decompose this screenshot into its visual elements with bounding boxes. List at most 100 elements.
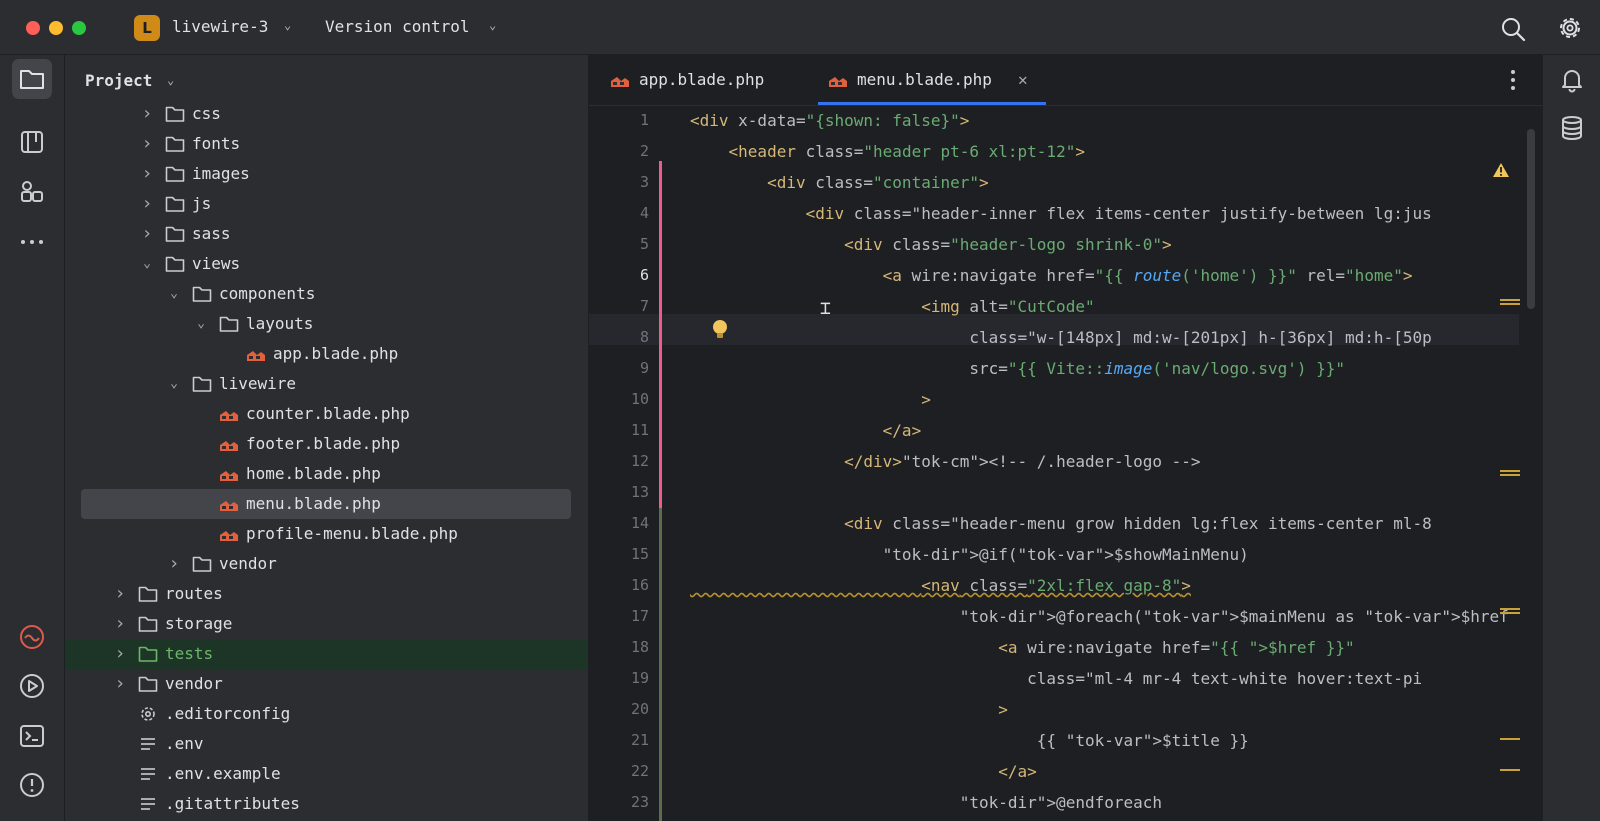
tree-item[interactable]: › images bbox=[65, 159, 588, 189]
code-line[interactable]: src="{{ Vite::image('nav/logo.svg') }}" bbox=[690, 353, 1345, 384]
chevron-down-icon[interactable]: ⌄ bbox=[167, 73, 174, 87]
database-icon[interactable] bbox=[1559, 115, 1585, 141]
chevron-down-icon[interactable]: ⌄ bbox=[140, 249, 154, 279]
code-line[interactable]: {{ "tok-var">$title }} bbox=[690, 725, 1249, 756]
code-line[interactable]: <div class="header-inner flex items-cent… bbox=[690, 198, 1432, 229]
error-stripe-marker[interactable] bbox=[1500, 468, 1520, 478]
folder-icon bbox=[138, 676, 158, 692]
chevron-down-icon[interactable]: ⌄ bbox=[489, 18, 496, 32]
version-control-menu[interactable]: Version control bbox=[325, 17, 470, 36]
close-icon[interactable]: ✕ bbox=[1018, 71, 1028, 89]
tab-app-blade[interactable]: app.blade.php bbox=[609, 55, 809, 105]
code-line[interactable]: <img alt="CutCode" bbox=[690, 291, 1094, 322]
chevron-right-icon[interactable]: › bbox=[140, 159, 154, 189]
chevron-down-icon[interactable]: ⌄ bbox=[167, 369, 181, 399]
chevron-down-icon[interactable]: ⌄ bbox=[284, 18, 291, 32]
chevron-right-icon[interactable]: › bbox=[113, 609, 127, 639]
run-tool-button[interactable] bbox=[12, 666, 52, 706]
tree-item[interactable]: ⌄ components bbox=[65, 279, 588, 309]
laravel-tool-button[interactable] bbox=[12, 617, 52, 657]
tree-item[interactable]: home.blade.php bbox=[65, 459, 588, 489]
tree-item[interactable]: menu.blade.php bbox=[81, 489, 571, 519]
lightbulb-icon[interactable] bbox=[711, 319, 729, 341]
chevron-right-icon[interactable]: › bbox=[113, 639, 127, 669]
search-icon[interactable] bbox=[1500, 16, 1526, 42]
code-line[interactable]: </div>"tok-cm"><!-- /.header-logo --> bbox=[690, 446, 1200, 477]
warning-icon[interactable] bbox=[1492, 162, 1510, 178]
blade-file-icon bbox=[829, 77, 847, 87]
error-stripe-marker[interactable] bbox=[1500, 606, 1520, 616]
tree-item[interactable]: › fonts bbox=[65, 129, 588, 159]
chevron-right-icon[interactable]: › bbox=[167, 549, 181, 579]
project-tool-button[interactable] bbox=[12, 59, 52, 99]
tree-item-label: counter.blade.php bbox=[246, 404, 410, 423]
tree-item[interactable]: › sass bbox=[65, 219, 588, 249]
chevron-right-icon[interactable]: › bbox=[140, 129, 154, 159]
tree-item[interactable]: › routes bbox=[65, 579, 588, 609]
chevron-right-icon[interactable]: › bbox=[113, 579, 127, 609]
code-line[interactable]: > bbox=[690, 694, 1008, 725]
tree-item[interactable]: › vendor bbox=[65, 669, 588, 699]
window-close-button[interactable] bbox=[26, 21, 40, 35]
code-editor[interactable]: <div x-data="{shown: false}"> <header cl… bbox=[589, 105, 1519, 821]
tree-item[interactable]: › js bbox=[65, 189, 588, 219]
code-line[interactable]: <div class="header-menu grow hidden lg:f… bbox=[690, 508, 1432, 539]
tree-item[interactable]: counter.blade.php bbox=[65, 399, 588, 429]
code-line[interactable]: <a wire:navigate href="{{ route('home') … bbox=[690, 260, 1413, 291]
error-stripe-marker[interactable] bbox=[1500, 297, 1520, 307]
plugins-tool-button[interactable] bbox=[12, 172, 52, 212]
project-badge[interactable]: L bbox=[134, 15, 160, 41]
error-stripe-marker[interactable] bbox=[1500, 736, 1520, 746]
more-tools-button[interactable] bbox=[12, 222, 52, 262]
gear-icon[interactable] bbox=[1556, 14, 1584, 42]
project-switcher[interactable]: livewire-3 bbox=[172, 17, 268, 36]
code-line[interactable]: <div class="header-logo shrink-0"> bbox=[690, 229, 1172, 260]
code-line[interactable]: </a> bbox=[690, 756, 1037, 787]
code-line[interactable]: class="ml-4 mr-4 text-white hover:text-p… bbox=[690, 663, 1422, 694]
window-minimize-button[interactable] bbox=[49, 21, 63, 35]
folder-icon bbox=[138, 586, 158, 602]
structure-tool-button[interactable] bbox=[12, 122, 52, 162]
code-line[interactable]: <header class="header pt-6 xl:pt-12"> bbox=[690, 136, 1085, 167]
code-line[interactable]: "tok-dir">@endforeach bbox=[690, 787, 1162, 818]
code-line[interactable]: <div x-data="{shown: false}"> bbox=[690, 105, 969, 136]
code-line[interactable]: "tok-dir">@if("tok-var">$showMainMenu) bbox=[690, 539, 1249, 570]
code-line[interactable]: <a wire:navigate href="{{ ">$href }}" bbox=[690, 632, 1354, 663]
chevron-right-icon[interactable]: › bbox=[140, 99, 154, 129]
code-line[interactable]: <div class="container"> bbox=[690, 167, 989, 198]
tree-item[interactable]: ⌄ livewire bbox=[65, 369, 588, 399]
chevron-right-icon[interactable]: › bbox=[140, 219, 154, 249]
chevron-right-icon[interactable]: › bbox=[113, 669, 127, 699]
tree-item[interactable]: footer.blade.php bbox=[65, 429, 588, 459]
tree-item[interactable]: › vendor bbox=[65, 549, 588, 579]
tree-item[interactable]: › css bbox=[65, 99, 588, 129]
code-line[interactable]: > bbox=[690, 384, 931, 415]
tree-item[interactable]: .editorconfig bbox=[65, 699, 588, 729]
problems-tool-button[interactable] bbox=[12, 765, 52, 805]
notifications-icon[interactable] bbox=[1559, 67, 1585, 93]
chevron-down-icon[interactable]: ⌄ bbox=[167, 279, 181, 309]
tree-item[interactable]: ⌄ layouts bbox=[65, 309, 588, 339]
tree-item[interactable]: .gitattributes bbox=[65, 789, 588, 819]
tree-item[interactable]: .env bbox=[65, 729, 588, 759]
tab-menu-blade[interactable]: menu.blade.php bbox=[827, 55, 1037, 105]
chevron-right-icon[interactable]: › bbox=[140, 189, 154, 219]
code-line[interactable]: <nav class="2xl:flex gap-8"> bbox=[690, 570, 1191, 601]
error-stripe-marker[interactable] bbox=[1500, 767, 1520, 777]
tree-item[interactable]: › storage bbox=[65, 609, 588, 639]
blade-file-icon bbox=[220, 411, 238, 421]
tree-item[interactable]: ⌄ views bbox=[65, 249, 588, 279]
terminal-tool-button[interactable] bbox=[12, 716, 52, 756]
tree-item[interactable]: › tests bbox=[65, 639, 588, 669]
window-maximize-button[interactable] bbox=[72, 21, 86, 35]
code-line[interactable]: </a> bbox=[690, 415, 922, 446]
tree-item[interactable]: app.blade.php bbox=[65, 339, 588, 369]
code-line[interactable]: class="w-[148px] md:w-[201px] h-[36px] m… bbox=[690, 322, 1431, 353]
tree-item[interactable]: .env.example bbox=[65, 759, 588, 789]
more-vertical-icon[interactable] bbox=[1510, 68, 1516, 92]
tree-item[interactable]: profile-menu.blade.php bbox=[65, 519, 588, 549]
chevron-down-icon[interactable]: ⌄ bbox=[194, 309, 208, 339]
editor-scrollbar[interactable] bbox=[1527, 129, 1535, 309]
code-line[interactable]: "tok-dir">@foreach("tok-var">$mainMenu a… bbox=[690, 601, 1519, 632]
panel-title[interactable]: Project bbox=[85, 71, 152, 90]
